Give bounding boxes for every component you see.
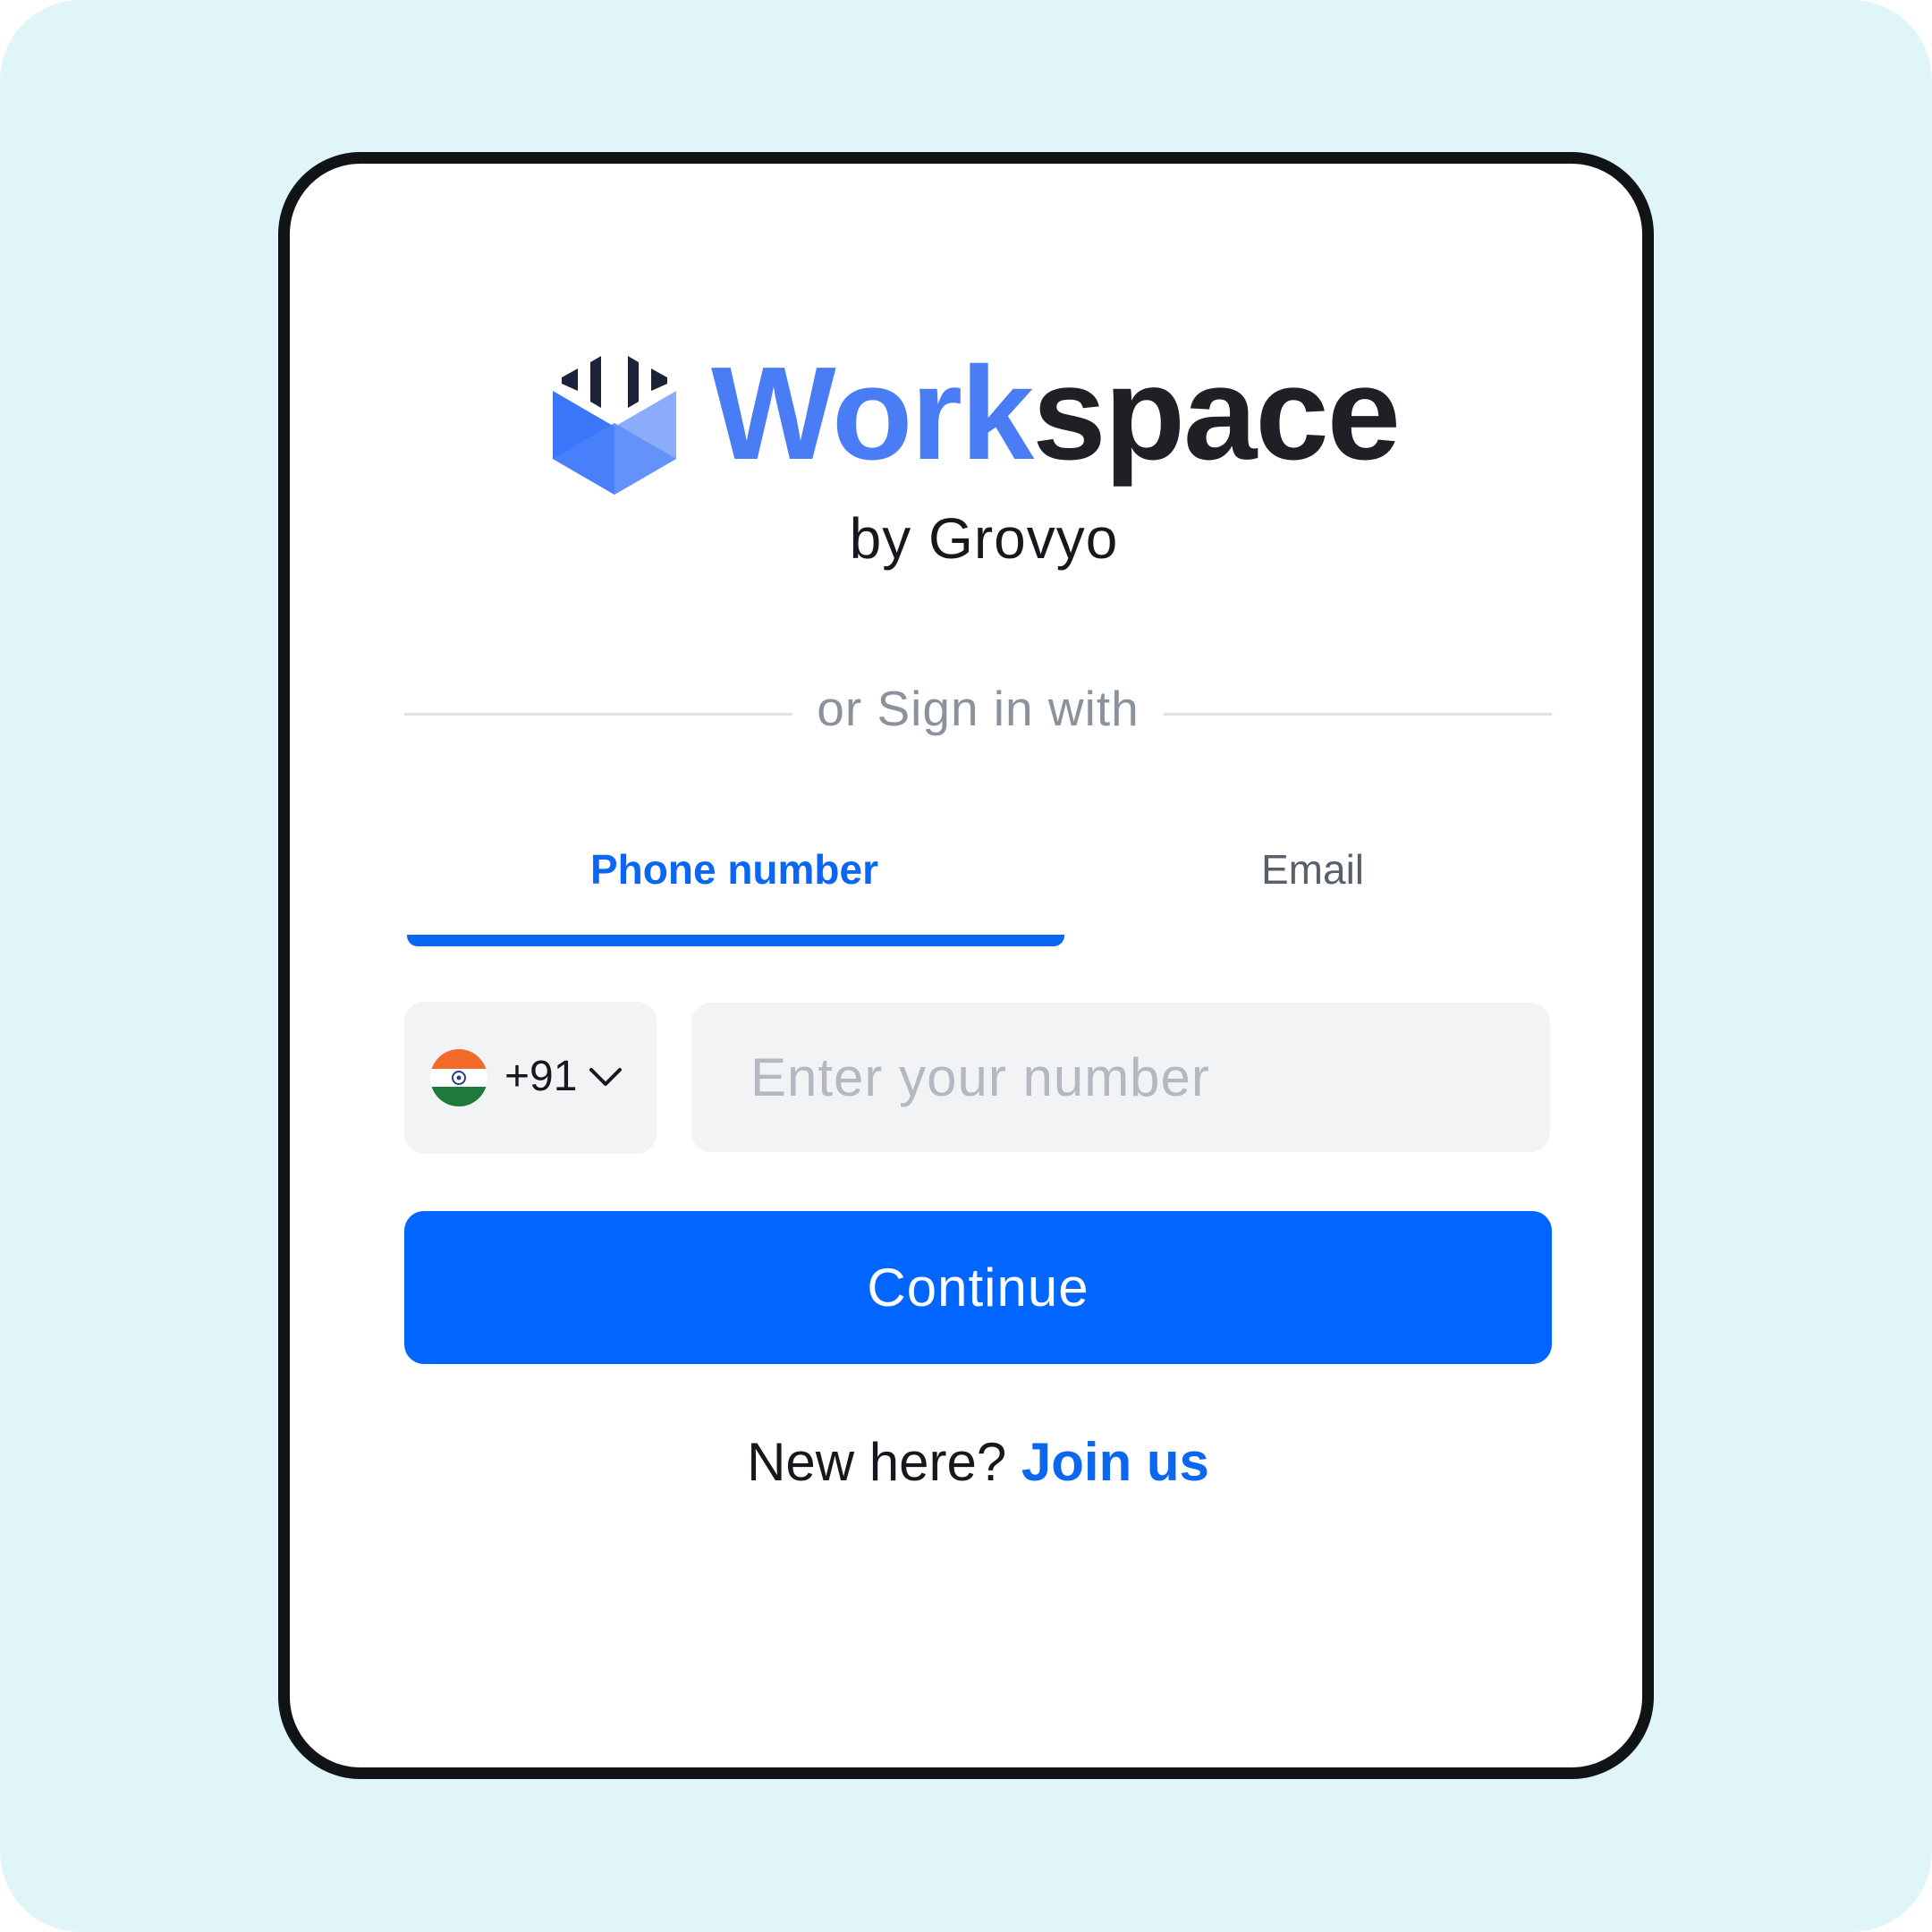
country-code: +91 bbox=[504, 1053, 578, 1100]
divider-line-left bbox=[404, 713, 792, 716]
workspace-logo-icon bbox=[553, 356, 676, 495]
india-flag-icon bbox=[430, 1049, 487, 1106]
signup-prompt: New here? Join us bbox=[404, 1431, 1552, 1493]
continue-button[interactable]: Continue bbox=[404, 1211, 1552, 1364]
brand-byline: by Grovyo bbox=[849, 506, 1119, 571]
signup-prompt-text: New here? bbox=[747, 1432, 1021, 1492]
brand-wordmark: Workspace bbox=[711, 347, 1401, 481]
active-tab-indicator bbox=[407, 935, 1064, 946]
brand-name-part-2: space bbox=[1032, 340, 1401, 487]
phone-number-input[interactable] bbox=[691, 1003, 1550, 1152]
divider-text: or Sign in with bbox=[817, 681, 1140, 736]
brand-name-part-1: Work bbox=[711, 340, 1034, 487]
join-us-link[interactable]: Join us bbox=[1021, 1432, 1209, 1492]
country-code-selector[interactable]: +91 bbox=[404, 1002, 657, 1154]
divider-line-right bbox=[1164, 713, 1552, 716]
tab-email[interactable]: Email bbox=[1064, 836, 1561, 903]
tab-phone-number[interactable]: Phone number bbox=[404, 836, 1064, 903]
chevron-down-icon bbox=[589, 1068, 622, 1086]
